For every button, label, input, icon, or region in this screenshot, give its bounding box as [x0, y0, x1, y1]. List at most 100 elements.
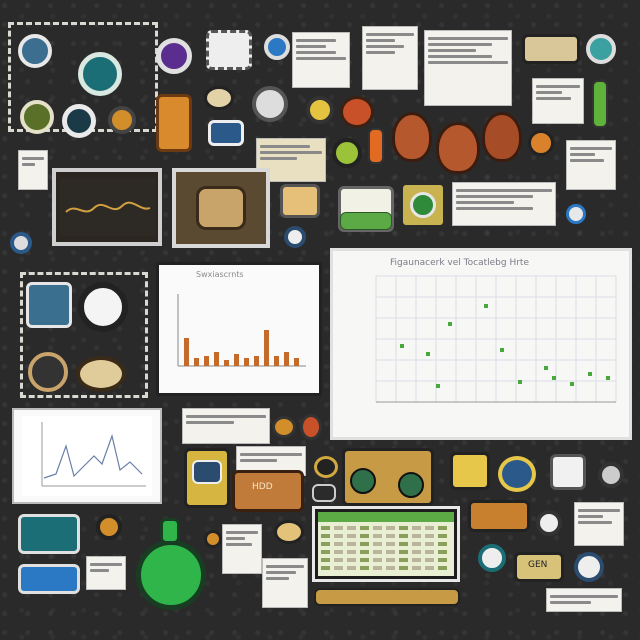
battery-icon[interactable]	[592, 80, 608, 128]
cookie-icon[interactable]	[204, 86, 234, 110]
radio-icon[interactable]	[156, 94, 192, 152]
sheet-cell	[373, 558, 382, 562]
sheet-cell	[360, 534, 369, 538]
green-swirl-core	[410, 192, 436, 218]
scatter-point	[588, 372, 592, 376]
tan-ring-icon[interactable]	[274, 520, 304, 544]
gear-icon[interactable]	[26, 282, 72, 328]
top-right-note	[532, 78, 584, 124]
small-ring-icon[interactable]	[284, 226, 306, 248]
bar	[274, 356, 279, 366]
white-ring-icon-2[interactable]	[536, 510, 562, 536]
monitor-screen	[192, 460, 222, 484]
bar	[284, 352, 289, 366]
bar	[294, 358, 299, 366]
teal-ring-icon[interactable]	[478, 544, 506, 572]
sheet-cell	[347, 550, 356, 554]
green-swirl-icon[interactable]	[332, 138, 362, 168]
scatter-title: Figaunacerk vel Tocatlebg Hrte	[390, 258, 529, 268]
green-tag-icon[interactable]	[340, 212, 392, 230]
orange-swirl-icon[interactable]	[108, 106, 136, 134]
scatter-point	[400, 344, 404, 348]
scatter-point	[518, 380, 522, 384]
teal-dot-icon[interactable]	[586, 34, 616, 64]
sheet-cell	[425, 558, 434, 562]
yellow-card-icon[interactable]	[450, 452, 490, 490]
sheet-cell	[438, 558, 447, 562]
bowl-icon[interactable]	[76, 356, 126, 392]
right-note-2	[452, 182, 556, 226]
sheet-cell	[360, 526, 369, 530]
sheet-cell	[334, 550, 343, 554]
sheet-cell	[425, 542, 434, 546]
leaf-icon-2[interactable]	[436, 122, 480, 174]
sheet-cell	[373, 550, 382, 554]
carrot-icon[interactable]	[368, 128, 384, 164]
bottom-sign-icon[interactable]	[314, 588, 460, 606]
globe-icon[interactable]	[20, 100, 54, 134]
orange-keys-icon[interactable]	[468, 500, 530, 532]
sheet-cell	[399, 534, 408, 538]
ring-icon-left[interactable]	[10, 232, 32, 254]
flask-neck	[160, 518, 180, 544]
mountain-icon[interactable]	[550, 454, 586, 490]
scatter-chart	[375, 275, 617, 403]
monitor-icon[interactable]	[206, 30, 252, 70]
sheet-cell	[321, 526, 330, 530]
dark-disc-icon[interactable]	[28, 352, 68, 392]
orange-badge-icon[interactable]	[528, 130, 554, 156]
purple-swirl-icon[interactable]	[156, 38, 192, 74]
scatter-point	[426, 352, 430, 356]
toggle-icon[interactable]	[208, 120, 244, 146]
top-note-1	[292, 32, 350, 88]
swirl-icon[interactable]	[78, 52, 122, 96]
flask-icon[interactable]	[136, 540, 206, 610]
blue-badge-icon[interactable]	[264, 34, 290, 60]
bar	[254, 356, 259, 366]
sheet-cell	[373, 526, 382, 530]
brown-ring-icon[interactable]	[96, 514, 122, 540]
keyboard-label: HDD	[252, 482, 273, 492]
leaf-icon[interactable]	[392, 112, 432, 162]
record-icon[interactable]	[62, 104, 96, 138]
dark-ring-icon[interactable]	[314, 456, 338, 478]
small-sign-icon[interactable]	[312, 484, 336, 502]
bar	[214, 352, 219, 366]
dark-ring-icon-2[interactable]	[574, 552, 604, 582]
sheet-cell	[412, 542, 421, 546]
spreadsheet-grid	[318, 512, 454, 576]
sheet-cell	[412, 550, 421, 554]
teal-tile-icon[interactable]	[18, 514, 80, 554]
tomato-icon-2[interactable]	[300, 414, 322, 440]
sheet-cell	[412, 566, 421, 570]
left-note	[18, 150, 48, 190]
lamp-icon[interactable]	[566, 204, 586, 224]
yellow-ring-icon[interactable]	[306, 96, 334, 124]
white-ring-icon[interactable]	[252, 86, 288, 122]
blue-tile-icon[interactable]	[18, 564, 80, 594]
bar	[184, 338, 189, 366]
bottom-note-3	[262, 558, 308, 608]
glasses-icon[interactable]	[522, 34, 580, 64]
orange-small-icon[interactable]	[204, 530, 222, 548]
orange-ring-icon[interactable]	[272, 416, 296, 438]
sheet-cell	[438, 542, 447, 546]
document-icon[interactable]	[280, 184, 320, 218]
leaf-icon-3[interactable]	[482, 112, 522, 162]
bar	[234, 354, 239, 366]
sheet-cell	[321, 566, 330, 570]
tomato-icon[interactable]	[340, 96, 374, 128]
sheet-cell	[334, 558, 343, 562]
sheet-cell	[334, 534, 343, 538]
camera-icon[interactable]	[18, 34, 52, 68]
gray-ring-icon[interactable]	[598, 462, 624, 488]
sheet-cell	[360, 550, 369, 554]
sheet-cell	[399, 542, 408, 546]
badge-label: GEN	[528, 560, 548, 570]
bottom-note-1	[86, 556, 126, 590]
white-disc-icon[interactable]	[78, 282, 128, 332]
scatter-point	[552, 376, 556, 380]
green-ball-icon-2	[398, 472, 424, 498]
scatter-point	[544, 366, 548, 370]
blue-swirl-icon[interactable]	[498, 456, 536, 492]
